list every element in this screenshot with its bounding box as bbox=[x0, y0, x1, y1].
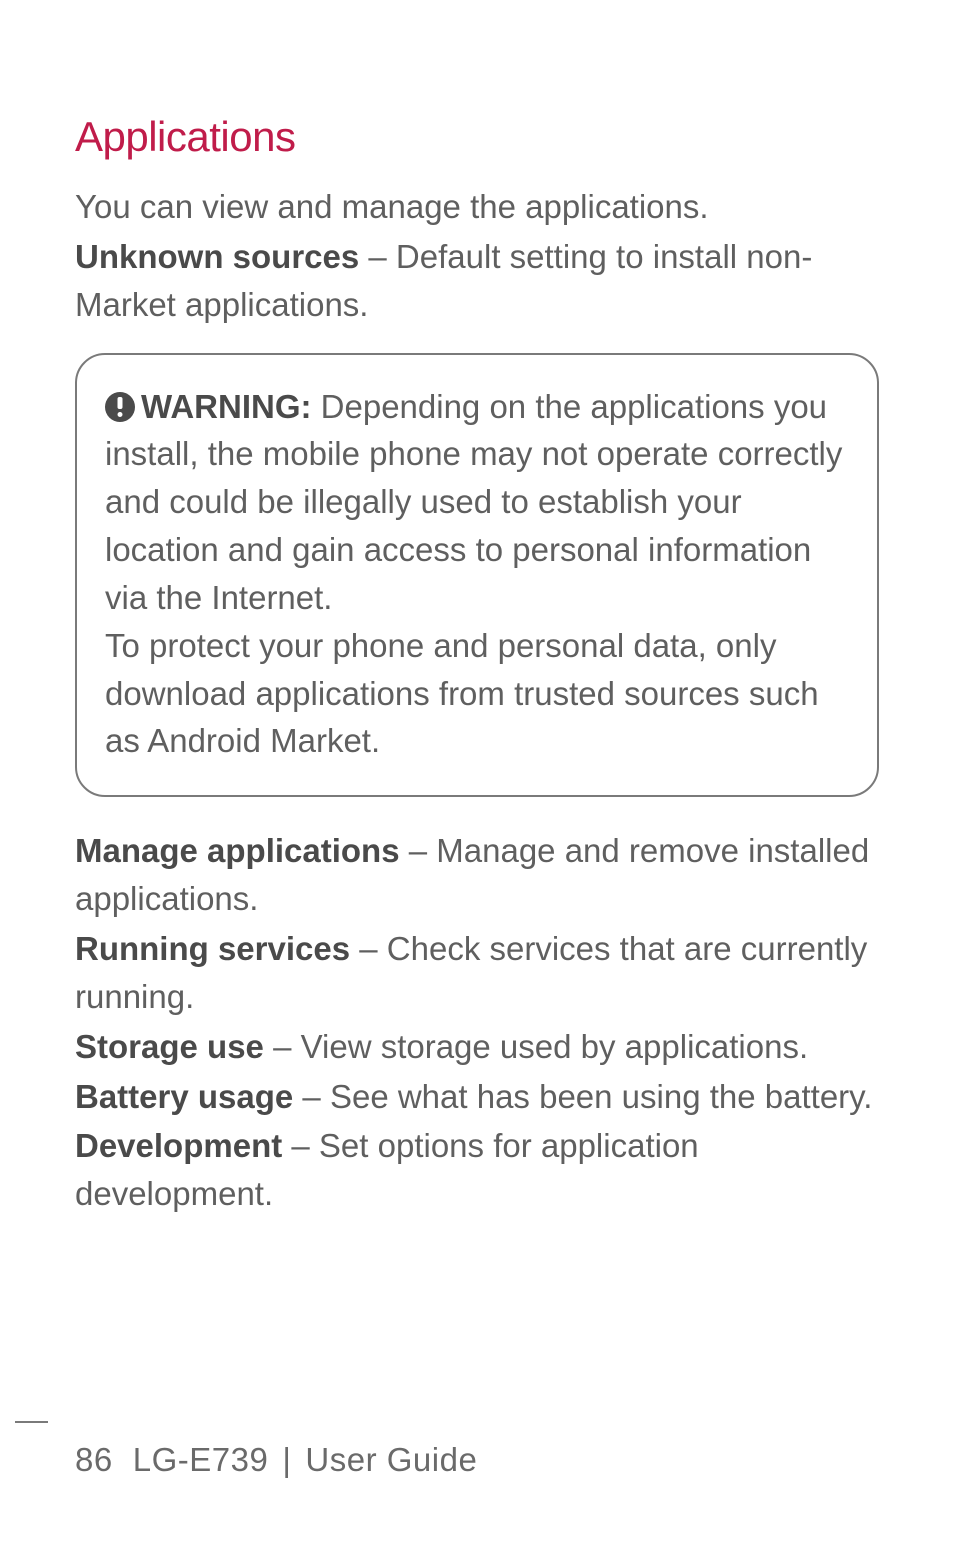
storage-use-desc: – View storage used by applications. bbox=[264, 1028, 808, 1065]
battery-usage-label: Battery usage bbox=[75, 1078, 293, 1115]
warning-icon bbox=[105, 392, 135, 422]
footer-separator: | bbox=[282, 1441, 291, 1478]
intro-paragraph: You can view and manage the applications… bbox=[75, 183, 879, 231]
development-label: Development bbox=[75, 1127, 282, 1164]
warning-paragraph-1: WARNING: Depending on the applications y… bbox=[105, 383, 849, 622]
storage-use-paragraph: Storage use – View storage used by appli… bbox=[75, 1023, 879, 1071]
footer-model: LG-E739 bbox=[133, 1441, 269, 1478]
page-footer: 86 LG-E739 | User Guide bbox=[0, 1421, 954, 1479]
section-heading-applications: Applications bbox=[75, 113, 879, 161]
footer-guide: User Guide bbox=[305, 1441, 477, 1478]
battery-usage-desc: – See what has been using the battery. bbox=[293, 1078, 872, 1115]
footer-text: 86 LG-E739 | User Guide bbox=[75, 1441, 879, 1479]
warning-label: WARNING: bbox=[141, 388, 311, 425]
page-content: Applications You can view and manage the… bbox=[0, 0, 954, 1218]
warning-paragraph-2: To protect your phone and personal data,… bbox=[105, 622, 849, 766]
manage-applications-paragraph: Manage applications – Manage and remove … bbox=[75, 827, 879, 923]
running-services-label: Running services bbox=[75, 930, 350, 967]
unknown-sources-paragraph: Unknown sources – Default setting to ins… bbox=[75, 233, 879, 329]
running-services-paragraph: Running services – Check services that a… bbox=[75, 925, 879, 1021]
page-number: 86 bbox=[75, 1441, 113, 1478]
development-paragraph: Development – Set options for applicatio… bbox=[75, 1122, 879, 1218]
manage-applications-label: Manage applications bbox=[75, 832, 400, 869]
warning-box: WARNING: Depending on the applications y… bbox=[75, 353, 879, 798]
storage-use-label: Storage use bbox=[75, 1028, 264, 1065]
unknown-sources-label: Unknown sources bbox=[75, 238, 359, 275]
footer-rule bbox=[15, 1421, 48, 1423]
battery-usage-paragraph: Battery usage – See what has been using … bbox=[75, 1073, 879, 1121]
